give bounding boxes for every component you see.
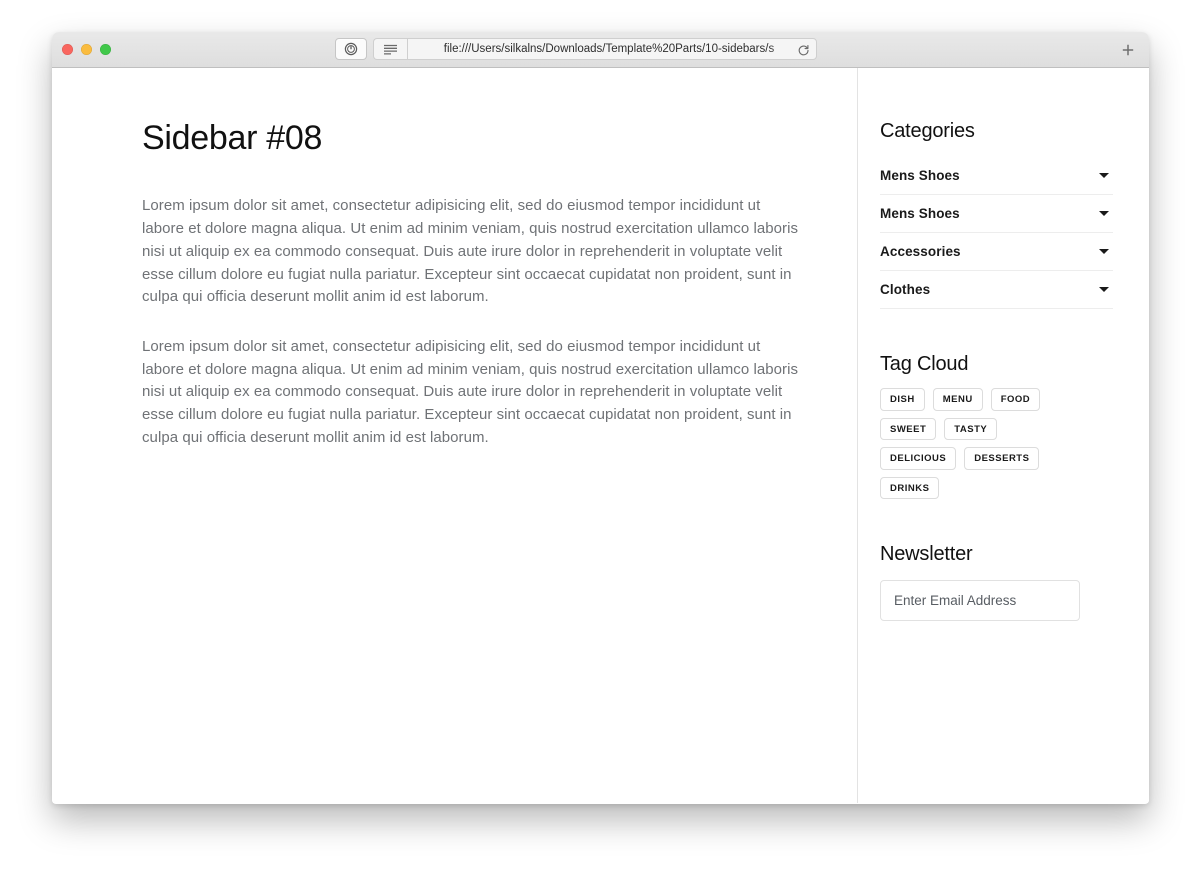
close-window-button[interactable] xyxy=(62,44,73,55)
reader-view-icon xyxy=(384,44,397,55)
category-label: Mens Shoes xyxy=(880,168,960,183)
newsletter-title: Newsletter xyxy=(880,543,973,565)
category-item-clothes[interactable]: Clothes xyxy=(880,271,1113,309)
tag-desserts[interactable]: DESSERTS xyxy=(964,447,1040,470)
browser-toolbar: file:///Users/silkalns/Downloads/Templat… xyxy=(52,32,1149,68)
page-content: Sidebar #08 Lorem ipsum dolor sit amet, … xyxy=(52,68,1149,803)
category-item-mens-shoes-1[interactable]: Mens Shoes xyxy=(880,157,1113,195)
tag-list: DISH MENU FOOD SWEET TASTY DELICIOUS DES… xyxy=(880,388,1080,499)
shield-power-icon xyxy=(344,42,358,56)
privacy-report-button[interactable] xyxy=(335,38,367,60)
chevron-down-icon xyxy=(1099,173,1109,178)
minimize-window-button[interactable] xyxy=(81,44,92,55)
category-label: Accessories xyxy=(880,244,961,259)
chevron-down-icon xyxy=(1099,287,1109,292)
main-column: Sidebar #08 Lorem ipsum dolor sit amet, … xyxy=(52,68,857,803)
newsletter-widget: Newsletter xyxy=(880,543,1113,621)
body-paragraph: Lorem ipsum dolor sit amet, consectetur … xyxy=(142,197,799,306)
reload-button[interactable] xyxy=(794,41,812,59)
category-label: Clothes xyxy=(880,282,931,297)
url-text: file:///Users/silkalns/Downloads/Templat… xyxy=(443,43,775,55)
plus-icon xyxy=(1122,44,1134,56)
email-field[interactable] xyxy=(880,580,1080,621)
category-item-mens-shoes-2[interactable]: Mens Shoes xyxy=(880,195,1113,233)
category-label: Mens Shoes xyxy=(880,206,960,221)
tag-food[interactable]: FOOD xyxy=(990,388,1041,411)
reader-view-button[interactable] xyxy=(373,38,407,60)
reload-icon xyxy=(798,44,809,55)
browser-window: file:///Users/silkalns/Downloads/Templat… xyxy=(52,32,1149,804)
chevron-down-icon xyxy=(1099,211,1109,216)
new-tab-button[interactable] xyxy=(1117,39,1139,61)
sidebar: Categories Mens Shoes Mens Shoes Accesso… xyxy=(857,68,1149,803)
chevron-down-icon xyxy=(1099,249,1109,254)
tag-drinks[interactable]: DRINKS xyxy=(880,476,940,499)
tag-dish[interactable]: DISH xyxy=(880,388,925,411)
tag-sweet[interactable]: SWEET xyxy=(880,417,937,440)
category-item-accessories[interactable]: Accessories xyxy=(880,233,1113,271)
toolbar-center-group: file:///Users/silkalns/Downloads/Templat… xyxy=(335,38,817,60)
address-bar[interactable]: file:///Users/silkalns/Downloads/Templat… xyxy=(407,38,817,60)
tag-menu[interactable]: MENU xyxy=(932,388,983,411)
tag-cloud-widget: Tag Cloud DISH MENU FOOD SWEET TASTY DEL… xyxy=(880,353,1113,499)
window-controls xyxy=(62,32,111,67)
categories-list: Mens Shoes Mens Shoes Accessories Clothe… xyxy=(880,157,1113,309)
tag-tasty[interactable]: TASTY xyxy=(944,417,998,440)
categories-title: Categories xyxy=(880,120,975,142)
zoom-window-button[interactable] xyxy=(100,44,111,55)
tag-delicious[interactable]: DELICIOUS xyxy=(880,447,957,470)
screenshot-root: file:///Users/silkalns/Downloads/Templat… xyxy=(0,0,1200,871)
body-paragraph: Lorem ipsum dolor sit amet, consectetur … xyxy=(142,337,799,446)
categories-widget: Categories Mens Shoes Mens Shoes Accesso… xyxy=(880,120,1113,309)
page-title: Sidebar #08 xyxy=(142,119,323,157)
tag-cloud-title: Tag Cloud xyxy=(880,353,969,375)
